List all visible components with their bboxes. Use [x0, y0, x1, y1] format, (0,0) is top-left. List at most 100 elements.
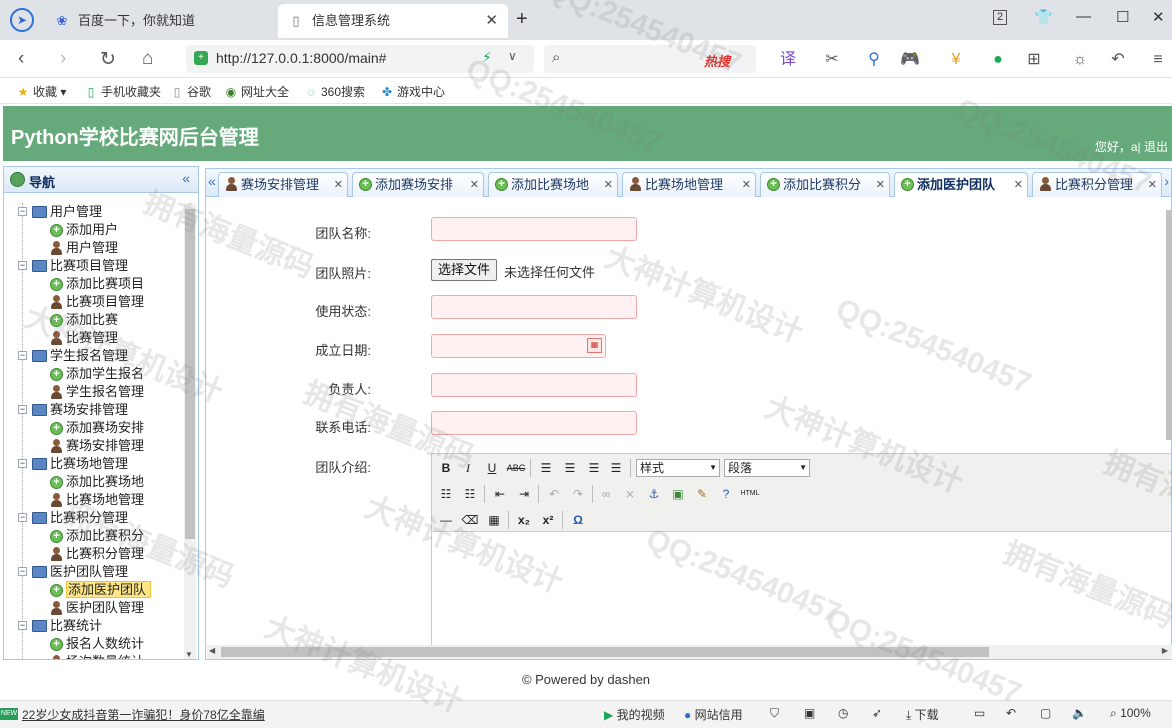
menu-icon[interactable]: ≡ [1148, 50, 1168, 70]
sidebar-item[interactable]: + 添加比赛场地 [4, 473, 184, 491]
help-icon[interactable]: ? [716, 484, 736, 504]
anchor-icon[interactable]: ⚓ [644, 484, 664, 504]
tab-item[interactable]: + 添加赛场安排 ✕ [352, 172, 484, 197]
scissors-icon[interactable]: ✂ [822, 50, 842, 70]
horizontal-rule-icon[interactable]: — [436, 510, 456, 530]
browser-tab-active[interactable]: ▯ 信息管理系统 ✕ [278, 4, 508, 38]
italic-icon[interactable]: I [458, 458, 478, 478]
team-name-input[interactable] [431, 217, 637, 241]
sidebar-item[interactable]: + 添加比赛 [4, 311, 184, 329]
strikethrough-icon[interactable]: ABC [506, 458, 526, 478]
eraser-icon[interactable]: ⌫ [460, 510, 480, 530]
link-icon[interactable]: ∞ [596, 484, 616, 504]
close-tab-icon[interactable]: ✕ [1014, 173, 1023, 197]
editor-body[interactable] [432, 532, 1171, 659]
bookmark-favorites[interactable]: ★ 收藏 ▾ [16, 83, 67, 100]
close-window-button[interactable]: ✕ [1152, 8, 1165, 26]
tab-active[interactable]: + 添加医护团队 ✕ [894, 172, 1028, 197]
redo-icon[interactable]: ↷ [568, 484, 588, 504]
forward-button[interactable]: › [60, 48, 66, 70]
sidebar-group[interactable]: − 比赛统计 [4, 617, 184, 635]
html-source-icon[interactable]: HTML [740, 484, 760, 504]
numbered-list-icon[interactable]: ☷ [460, 484, 480, 504]
tab-item[interactable]: 比赛场地管理 ✕ [622, 172, 756, 197]
align-center-icon[interactable]: ☰ [560, 458, 580, 478]
sidebar-item[interactable]: 医护团队管理 [4, 599, 184, 617]
date-input[interactable]: ▦ [431, 334, 606, 358]
sidebar-group[interactable]: − 比赛积分管理 [4, 509, 184, 527]
my-video-button[interactable]: ▶ 我的视频 [604, 706, 665, 723]
sidebar-item[interactable]: + 添加学生报名 [4, 365, 184, 383]
sidebar-group[interactable]: − 用户管理 [4, 203, 184, 221]
status-input[interactable] [431, 295, 637, 319]
choose-file-button[interactable]: 选择文件 [431, 259, 498, 281]
collapse-toggle-icon[interactable]: − [18, 405, 27, 414]
phone-input[interactable] [431, 411, 637, 435]
undo-icon[interactable]: ↶ [1108, 50, 1128, 70]
bookmark-sites[interactable]: ◉ 网址大全 [224, 83, 289, 100]
bookmark-google[interactable]: ▯ 谷歌 [170, 83, 211, 100]
align-right-icon[interactable]: ☰ [584, 458, 604, 478]
image-icon[interactable]: ▣ [804, 706, 815, 720]
special-char-icon[interactable]: Ω [568, 510, 588, 530]
user-greeting-logout[interactable]: 您好，a| 退出 [1095, 138, 1168, 155]
sidebar-item[interactable]: + 添加比赛项目 [4, 275, 184, 293]
superscript-icon[interactable]: x² [538, 510, 558, 530]
browser-tab-baidu[interactable]: ❀ 百度一下，你就知道 [44, 4, 274, 38]
collapse-toggle-icon[interactable]: − [18, 621, 27, 630]
sidebar-group[interactable]: − 学生报名管理 [4, 347, 184, 365]
tab-item[interactable]: 赛场安排管理 ✕ [218, 172, 348, 197]
align-left-icon[interactable]: ☰ [536, 458, 556, 478]
sidebar-item[interactable]: 比赛项目管理 [4, 293, 184, 311]
back-button[interactable]: ‹ [18, 48, 24, 70]
close-tab-icon[interactable]: ✕ [485, 4, 498, 38]
rocket-icon[interactable]: ➶ [872, 706, 882, 720]
sidebar-group[interactable]: − 比赛场地管理 [4, 455, 184, 473]
hot-search-label[interactable]: 热搜 [704, 51, 730, 70]
download-button[interactable]: ⤓ 下载 [906, 706, 939, 723]
tabs-scroll-left-icon[interactable]: « [208, 173, 216, 189]
collapse-toggle-icon[interactable]: − [18, 513, 27, 522]
close-tab-icon[interactable]: ✕ [1148, 173, 1157, 197]
sidebar-group[interactable]: − 比赛项目管理 [4, 257, 184, 275]
maximize-button[interactable]: ☐ [1116, 8, 1129, 26]
sidebar-group[interactable]: − 赛场安排管理 [4, 401, 184, 419]
sidebar-item[interactable]: + 添加医护团队 [4, 581, 184, 599]
scroll-right-arrow[interactable]: ▶ [1162, 646, 1168, 655]
horizontal-scrollbar[interactable]: ◀ ▶ [207, 645, 1172, 659]
sidebar-item[interactable]: 场次数量统计 [4, 653, 184, 659]
url-field[interactable]: + http://127.0.0.1:8000/main# ⚡ ∨ [186, 45, 534, 73]
unlink-icon[interactable]: ⨯ [620, 484, 640, 504]
sidebar-item[interactable]: + 报名人数统计 [4, 635, 184, 653]
sidebar-group[interactable]: − 医护团队管理 [4, 563, 184, 581]
chevron-down-icon[interactable]: ∨ [508, 49, 517, 63]
calendar-icon[interactable]: ▦ [587, 338, 602, 353]
subscript-icon[interactable]: x₂ [514, 510, 534, 530]
bookmark-games[interactable]: ✤ 游戏中心 [380, 83, 445, 100]
shirt-icon[interactable]: 👕 [1034, 8, 1053, 26]
style-select[interactable]: 样式 ▼ [636, 459, 720, 477]
underline-icon[interactable]: U [482, 458, 502, 478]
sidebar-item[interactable]: 比赛场地管理 [4, 491, 184, 509]
collapse-toggle-icon[interactable]: − [18, 459, 27, 468]
tab-item[interactable]: 比赛积分管理 ✕ [1032, 172, 1162, 197]
close-tab-icon[interactable]: ✕ [876, 173, 885, 197]
sidebar-item[interactable]: + 添加比赛积分 [4, 527, 184, 545]
magnifier-icon[interactable]: ⚲ [864, 50, 884, 70]
undo-icon[interactable]: ↶ [1006, 706, 1016, 720]
content-scrollbar[interactable] [1166, 210, 1172, 440]
sidebar-item[interactable]: 比赛管理 [4, 329, 184, 347]
news-link[interactable]: 22岁少女成抖音第一诈骗犯！身价78亿全靠编 [22, 706, 265, 723]
brightness-icon[interactable]: ☼ [1070, 50, 1090, 70]
indent-icon[interactable]: ⇥ [514, 484, 534, 504]
cleanup-icon[interactable]: ✎ [692, 484, 712, 504]
bullet-list-icon[interactable]: ☷ [436, 484, 456, 504]
collapse-toggle-icon[interactable]: − [18, 207, 27, 216]
leader-input[interactable] [431, 373, 637, 397]
collapse-toggle-icon[interactable]: − [18, 351, 27, 360]
bookmark-360[interactable]: ◌ 360搜索 [304, 83, 365, 100]
scroll-down-arrow[interactable]: ▼ [185, 650, 193, 659]
undo-icon[interactable]: ↶ [544, 484, 564, 504]
sidebar-item[interactable]: 用户管理 [4, 239, 184, 257]
apps-grid-icon[interactable]: ⊞ [1024, 50, 1044, 70]
